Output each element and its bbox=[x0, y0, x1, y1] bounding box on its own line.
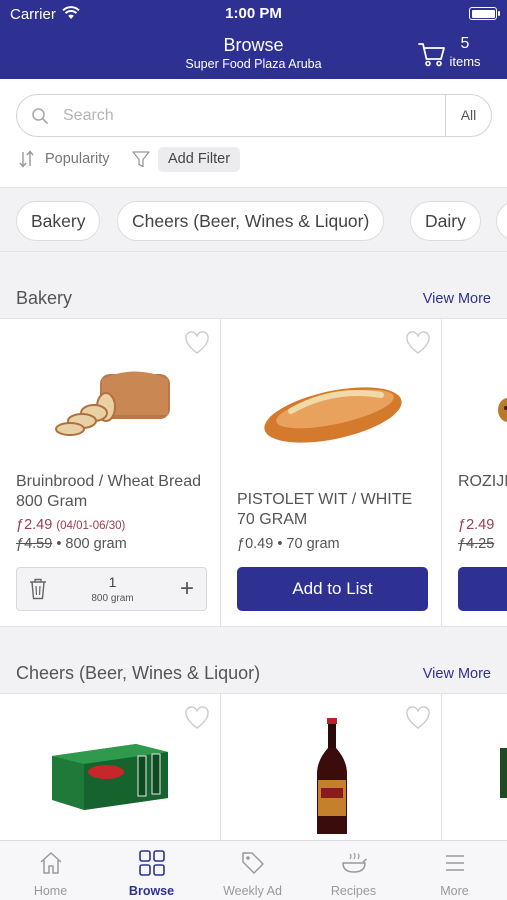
product-image[interactable] bbox=[20, 349, 200, 449]
tag-icon bbox=[242, 852, 264, 874]
tab-weekly-ad[interactable]: Weekly Ad bbox=[202, 841, 303, 900]
sale-price-value: ƒ2.49 bbox=[16, 517, 53, 533]
tab-more[interactable]: More bbox=[404, 841, 505, 900]
add-to-list-button[interactable]: Add to List bbox=[237, 567, 428, 611]
view-more-link[interactable]: View More bbox=[423, 291, 491, 307]
tab-browse[interactable]: Browse bbox=[101, 841, 202, 900]
section-title: Bakery bbox=[16, 288, 73, 308]
product-image[interactable] bbox=[241, 349, 421, 449]
category-chips: Bakery Cheers (Beer, Wines & Liquor) Dai… bbox=[0, 187, 507, 252]
grid-icon bbox=[139, 850, 165, 876]
home-icon bbox=[40, 852, 62, 874]
sale-price: ƒ2.49 bbox=[458, 517, 494, 533]
add-to-list-button[interactable] bbox=[458, 567, 507, 611]
heart-icon[interactable] bbox=[184, 706, 210, 730]
section-title: Cheers (Beer, Wines & Liquor) bbox=[16, 663, 261, 683]
status-time: 1:00 PM bbox=[225, 5, 282, 22]
regular-price-value: ƒ4.59 bbox=[16, 536, 53, 552]
product-carousel-cheers[interactable] bbox=[0, 693, 507, 840]
search-input[interactable] bbox=[63, 95, 443, 136]
sort-icon[interactable] bbox=[19, 150, 35, 168]
product-size: • 70 gram bbox=[277, 536, 340, 552]
menu-icon bbox=[446, 855, 464, 871]
product-card[interactable] bbox=[221, 694, 442, 840]
search-icon bbox=[32, 108, 48, 124]
product-card[interactable]: ROZIJNEN RAISIN ƒ2.49 ƒ4.25 bbox=[442, 319, 507, 626]
status-bar: Carrier 1:00 PM bbox=[0, 0, 507, 28]
product-card[interactable]: Bruinbrood / Wheat Bread 800 Gram ƒ2.49 … bbox=[0, 319, 221, 626]
battery-icon bbox=[469, 7, 500, 20]
chip-cheers[interactable]: Cheers (Beer, Wines & Liquor) bbox=[117, 201, 385, 241]
cart-count[interactable]: 5 bbox=[448, 35, 482, 53]
product-image[interactable] bbox=[50, 742, 170, 812]
product-size: • 800 gram bbox=[56, 536, 127, 552]
product-card[interactable] bbox=[0, 694, 221, 840]
product-image[interactable] bbox=[313, 716, 351, 838]
section-header-bakery: Bakery View More bbox=[0, 252, 507, 318]
section-header-cheers: Cheers (Beer, Wines & Liquor) View More bbox=[0, 627, 507, 693]
tab-label: Weekly Ad bbox=[223, 884, 282, 898]
regular-price-value: ƒ4.25 bbox=[458, 536, 495, 552]
regular-price: ƒ4.25 bbox=[458, 536, 494, 552]
quantity-stepper: 1 800 gram + bbox=[16, 567, 207, 611]
regular-price: ƒ4.59 • 800 gram bbox=[16, 536, 127, 552]
product-card[interactable] bbox=[442, 694, 507, 840]
search-bar[interactable]: All bbox=[16, 94, 492, 137]
chip-bakery[interactable]: Bakery bbox=[16, 201, 101, 241]
tab-recipes[interactable]: Recipes bbox=[303, 841, 404, 900]
regular-price-value: ƒ0.49 bbox=[237, 536, 274, 552]
tab-label: More bbox=[440, 884, 469, 898]
product-image[interactable] bbox=[492, 394, 507, 424]
chip-next[interactable] bbox=[496, 201, 507, 241]
cart-count-unit[interactable]: items bbox=[444, 54, 486, 69]
tab-home[interactable]: Home bbox=[0, 841, 101, 900]
heart-icon[interactable] bbox=[405, 706, 431, 730]
product-card[interactable]: PISTOLET WIT / WHITE 70 GRAM ƒ0.49 • 70 … bbox=[221, 319, 442, 626]
tab-label: Recipes bbox=[330, 884, 377, 898]
cooking-pot-icon bbox=[342, 852, 367, 873]
search-scope-button[interactable]: All bbox=[445, 95, 491, 136]
chip-dairy[interactable]: Dairy bbox=[410, 201, 481, 241]
product-name: Bruinbrood / Wheat Bread 800 Gram bbox=[16, 473, 201, 510]
tab-label: Browse bbox=[128, 884, 175, 898]
search-area: All Popularity Add Filter bbox=[0, 79, 507, 187]
tab-bar: Home Browse Weekly Ad Recipes More bbox=[0, 840, 507, 900]
regular-price: ƒ0.49 • 70 gram bbox=[237, 536, 340, 552]
tab-label: Home bbox=[33, 884, 68, 898]
app-header: Carrier 1:00 PM Browse Super Food Plaza … bbox=[0, 0, 507, 79]
product-image[interactable] bbox=[500, 748, 507, 798]
add-filter-button[interactable]: Add Filter bbox=[158, 147, 241, 172]
sort-button[interactable]: Popularity bbox=[45, 151, 109, 167]
product-name: ROZIJNEN RAISIN bbox=[458, 473, 507, 490]
sale-price-value: ƒ2.49 bbox=[458, 517, 495, 533]
sale-dates: (04/01-06/30) bbox=[56, 520, 126, 532]
cart-icon[interactable] bbox=[418, 40, 446, 68]
product-name: PISTOLET WIT / WHITE 70 GRAM bbox=[237, 491, 413, 528]
filter-icon[interactable] bbox=[132, 151, 150, 168]
sale-price: ƒ2.49 (04/01-06/30) bbox=[16, 517, 125, 533]
product-carousel-bakery[interactable]: Bruinbrood / Wheat Bread 800 Gram ƒ2.49 … bbox=[0, 318, 507, 627]
view-more-link[interactable]: View More bbox=[423, 666, 491, 682]
plus-icon[interactable]: + bbox=[180, 577, 194, 601]
